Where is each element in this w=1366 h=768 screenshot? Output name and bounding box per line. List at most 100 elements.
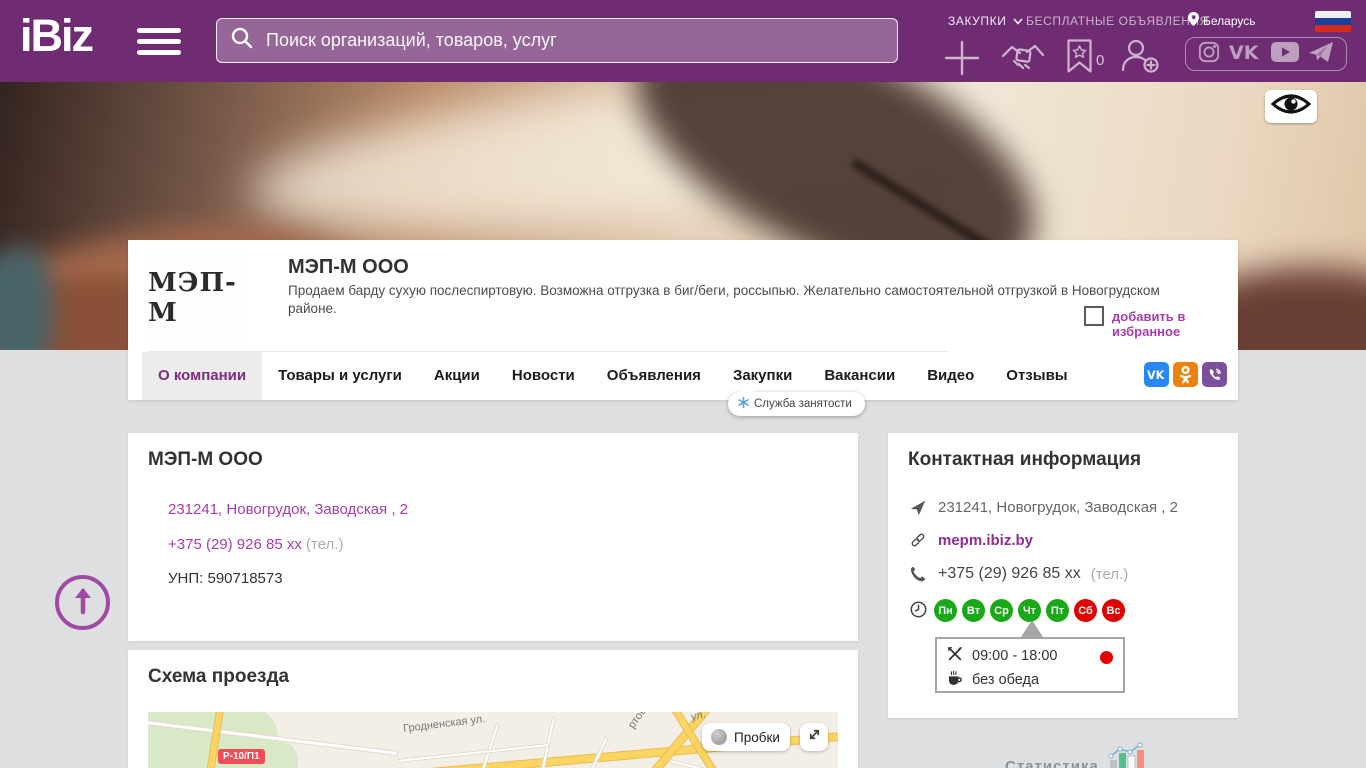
- search-bar: [216, 18, 898, 63]
- tools-icon: [947, 646, 963, 666]
- search-icon: [230, 26, 264, 55]
- vk-icon[interactable]: VK: [1229, 41, 1263, 68]
- day-badge-sat[interactable]: Сб: [1074, 599, 1097, 622]
- page: iBiz ЗАКУПКИ БЕСПЛАТНЫЕ ОБЪЯВЛЕНИЯ Белар…: [0, 0, 1366, 768]
- schedule-lunch: без обеда: [972, 672, 1040, 688]
- contact-site-row: mepm.ibiz.by: [908, 531, 1033, 549]
- favorites-count: 0: [1096, 52, 1105, 69]
- coffee-cup-icon: [947, 670, 963, 690]
- company-unp: УНП: 590718573: [168, 570, 283, 587]
- status-dot: [1100, 651, 1113, 664]
- tab-news[interactable]: Новости: [496, 352, 591, 400]
- map-road: [669, 760, 807, 768]
- youtube-icon[interactable]: [1271, 41, 1300, 67]
- contacts-title: Контактная информация: [908, 449, 1142, 470]
- share-buttons: VK: [1144, 362, 1227, 387]
- tab-products[interactable]: Товары и услуги: [262, 352, 418, 400]
- language-flag-ru[interactable]: [1315, 11, 1351, 32]
- scroll-to-top-button[interactable]: [55, 575, 110, 630]
- day-badge-tue[interactable]: Вт: [962, 599, 985, 622]
- free-ads-link[interactable]: БЕСПЛАТНЫЕ ОБЪЯВЛЕНИЯ: [1026, 14, 1209, 28]
- map-fullscreen-button[interactable]: [800, 723, 828, 751]
- contact-info-card: Контактная информация 231241, Новогрудок…: [888, 433, 1238, 718]
- about-title: МЭП-М ООО: [148, 449, 263, 470]
- day-badge-wed[interactable]: Ср: [990, 599, 1013, 622]
- company-website-link[interactable]: mepm.ibiz.by: [938, 532, 1033, 549]
- map-road: [398, 744, 548, 762]
- weekday-badges: Пн Вт Ср Чт Пт Сб Вс: [934, 599, 1125, 622]
- schedule-clock-row: [908, 601, 928, 618]
- statistics-label: Статистика: [1005, 758, 1099, 768]
- add-to-favorites-label[interactable]: добавить в избранное: [1112, 309, 1238, 339]
- svg-text:VK: VK: [1147, 369, 1165, 381]
- company-logo: МЭП-М: [148, 248, 248, 348]
- schedule-tooltip: 09:00 - 18:00 без обеда: [935, 637, 1125, 693]
- navigation-arrow-icon: [908, 500, 928, 516]
- statistics-link[interactable]: Статистика: [1005, 740, 1147, 768]
- ok-share-icon[interactable]: [1173, 362, 1198, 387]
- map-street-label: ртовая ул.: [626, 712, 666, 731]
- instagram-icon[interactable]: [1198, 41, 1220, 68]
- map-street-label: ул.: [689, 712, 707, 724]
- purchases-menu[interactable]: ЗАКУПКИ: [948, 14, 1023, 28]
- site-logo[interactable]: iBiz: [20, 10, 94, 62]
- handshake-icon[interactable]: [1000, 40, 1046, 81]
- link-icon: [908, 531, 928, 549]
- map-street-label: Гродненская ул.: [402, 713, 486, 735]
- location-pin-icon: [1188, 12, 1199, 29]
- login-person-icon[interactable]: [1120, 38, 1160, 79]
- clock-icon: [908, 601, 928, 618]
- contact-phone-row: +375 (29) 926 85 xx (тел.): [908, 565, 1128, 583]
- employment-asterisk-icon: [738, 396, 749, 411]
- eye-icon: [1270, 92, 1312, 121]
- tab-video[interactable]: Видео: [911, 352, 990, 400]
- header-social-links: VK: [1185, 37, 1347, 71]
- company-description: Продаем барду сухую послеспиртовую. Возм…: [288, 283, 1160, 316]
- about-phone-link[interactable]: +375 (29) 926 85 xx: [168, 536, 302, 553]
- tab-about[interactable]: О компании: [142, 352, 263, 400]
- day-badge-fri[interactable]: Пт: [1046, 599, 1069, 622]
- map-road: [459, 724, 499, 768]
- vk-share-icon[interactable]: VK: [1144, 362, 1169, 387]
- about-address-link[interactable]: 231241, Новогрудок, Заводская , 2: [168, 501, 408, 518]
- add-company-icon[interactable]: [940, 36, 984, 85]
- company-header-card: МЭП-М МЭП-М ООО Продаем барду сухую посл…: [128, 240, 1238, 416]
- up-arrow-icon: [72, 585, 94, 620]
- employment-service-tooltip[interactable]: Служба занятости: [728, 392, 865, 416]
- tab-reviews[interactable]: Отзывы: [990, 352, 1083, 400]
- svg-text:VK: VK: [1229, 42, 1260, 63]
- viber-share-icon[interactable]: [1202, 362, 1227, 387]
- statistics-chart-icon: [1107, 740, 1147, 768]
- expand-arrows-icon: [807, 727, 822, 747]
- traffic-toggle-button[interactable]: Пробки: [702, 723, 790, 751]
- traffic-light-icon: [711, 729, 727, 745]
- day-badge-sun[interactable]: Вс: [1102, 599, 1125, 622]
- top-header: iBiz ЗАКУПКИ БЕСПЛАТНЫЕ ОБЪЯВЛЕНИЯ Белар…: [0, 0, 1366, 82]
- day-badge-mon[interactable]: Пн: [934, 599, 957, 622]
- favorites-bookmark-icon[interactable]: [1066, 38, 1093, 79]
- contact-address-row: 231241, Новогрудок, Заводская , 2: [908, 499, 1178, 516]
- directions-card: Схема проезда Гродненская ул. ртовая ул.…: [128, 650, 858, 768]
- phone-icon: [908, 566, 928, 582]
- search-input[interactable]: [264, 29, 884, 52]
- accessibility-eye-button[interactable]: [1265, 90, 1317, 123]
- company-tabs: О компании Товары и услуги Акции Новости…: [142, 352, 1084, 400]
- tab-ads[interactable]: Объявления: [591, 352, 717, 400]
- favorite-checkbox[interactable]: [1084, 306, 1104, 326]
- telegram-icon[interactable]: [1308, 40, 1334, 69]
- menu-icon[interactable]: [137, 28, 181, 55]
- contact-phone[interactable]: +375 (29) 926 85 xx: [938, 565, 1081, 583]
- company-name: МЭП-М ООО: [288, 256, 409, 278]
- about-company-card: МЭП-М ООО 231241, Новогрудок, Заводская …: [128, 433, 858, 641]
- tab-promos[interactable]: Акции: [418, 352, 496, 400]
- contact-address: 231241, Новогрудок, Заводская , 2: [938, 499, 1179, 516]
- schedule-hours-row: 09:00 - 18:00: [947, 646, 1057, 666]
- country-selector[interactable]: Беларусь: [1188, 12, 1255, 29]
- contact-phone-note: (тел.): [1090, 565, 1129, 583]
- phone-note: (тел.): [306, 536, 344, 553]
- about-phone-row: +375 (29) 926 85 xx (тел.): [168, 536, 343, 553]
- day-badge-thu[interactable]: Чт: [1018, 599, 1041, 622]
- schedule-lunch-row: без обеда: [947, 670, 1039, 690]
- yandex-map[interactable]: Гродненская ул. ртовая ул. ул. Р-10/П1 П…: [148, 712, 838, 768]
- schedule-hours: 09:00 - 18:00: [972, 648, 1058, 664]
